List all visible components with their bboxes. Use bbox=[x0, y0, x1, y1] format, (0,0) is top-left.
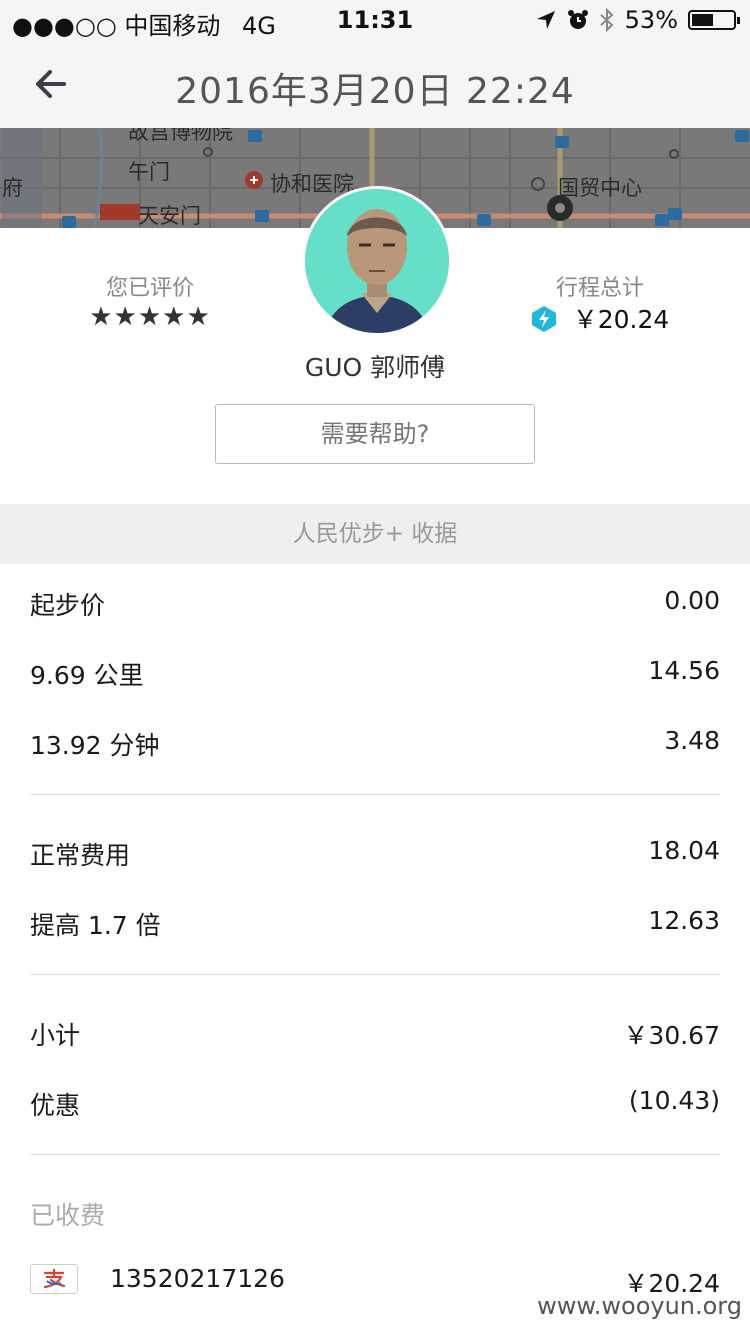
location-arrow-icon bbox=[536, 11, 555, 29]
fare-row-base: 起步价 0.00 bbox=[30, 586, 720, 626]
page-title: 2016年3月20日 22:24 bbox=[175, 71, 575, 112]
divider bbox=[30, 974, 720, 975]
fare-value: (10.43) bbox=[628, 1086, 720, 1115]
fare-row-normal: 正常费用 18.04 bbox=[30, 836, 720, 876]
fare-row-subtotal: 小计 ￥30.67 bbox=[30, 1016, 720, 1056]
trip-total-amount: ￥20.24 bbox=[572, 305, 670, 334]
total-label: 行程总计 bbox=[555, 276, 644, 301]
alarm-clock-icon bbox=[567, 10, 588, 29]
fare-value: 18.04 bbox=[648, 836, 720, 865]
battery-percent: 53% bbox=[624, 6, 678, 34]
fare-label: 优惠 bbox=[30, 1091, 81, 1120]
battery-icon bbox=[688, 10, 740, 30]
map-label-tiananmen: 天安门 bbox=[138, 204, 201, 228]
fare-row-discount: 优惠 (10.43) bbox=[30, 1086, 720, 1126]
fare-value: 0.00 bbox=[664, 586, 720, 615]
receipt-header: 人民优步+ 收据 bbox=[0, 504, 750, 564]
uber-brand-icon bbox=[531, 306, 556, 332]
driver-avatar bbox=[302, 186, 452, 336]
nav-header: 2016年3月20日 22:24 bbox=[0, 40, 750, 128]
status-bar: ●●●○○ 中国移动 4G 11:31 53% bbox=[0, 0, 750, 40]
alipay-icon bbox=[30, 1264, 78, 1294]
payment-account: 13520217126 bbox=[110, 1264, 285, 1293]
fare-label: 13.92 分钟 bbox=[30, 731, 160, 760]
rating-label: 您已评价 bbox=[105, 276, 194, 301]
driver-name: GUO 郭师傅 bbox=[304, 353, 446, 382]
trip-total: ￥20.24 bbox=[500, 300, 700, 336]
help-button[interactable]: 需要帮助? bbox=[215, 404, 535, 464]
battery-fill bbox=[692, 14, 713, 26]
rating-stars: ★★★★★ bbox=[89, 302, 211, 332]
fare-row-surge: 提高 1.7 倍 12.63 bbox=[30, 906, 720, 946]
map-label-museum: 故宫博物院 bbox=[128, 128, 233, 144]
divider bbox=[30, 1154, 720, 1155]
fare-row-distance: 9.69 公里 14.56 bbox=[30, 656, 720, 696]
fare-value: ￥30.67 bbox=[623, 1021, 720, 1050]
watermark: www.wooyun.org bbox=[537, 1292, 742, 1320]
fare-label: 起步价 bbox=[30, 591, 106, 620]
fare-label: 正常费用 bbox=[30, 841, 131, 870]
map-label-fu: 府 bbox=[2, 176, 23, 200]
fare-label: 9.69 公里 bbox=[30, 661, 144, 690]
fare-label: 提高 1.7 倍 bbox=[30, 911, 161, 940]
fare-label: 小计 bbox=[30, 1021, 81, 1050]
alipay-logo bbox=[43, 1269, 66, 1289]
bluetooth-icon bbox=[599, 8, 614, 32]
driver-photo bbox=[305, 189, 449, 333]
map-label-guomao: 国贸中心 bbox=[558, 176, 642, 200]
divider bbox=[30, 794, 720, 795]
fare-value: 12.63 bbox=[648, 906, 720, 935]
status-right: 53% bbox=[535, 6, 740, 34]
charged-label: 已收费 bbox=[30, 1201, 106, 1230]
map-label-wumen: 午门 bbox=[128, 160, 170, 184]
fare-value: 3.48 bbox=[664, 726, 720, 755]
fare-value: 14.56 bbox=[648, 656, 720, 685]
fare-row-time: 13.92 分钟 3.48 bbox=[30, 726, 720, 766]
